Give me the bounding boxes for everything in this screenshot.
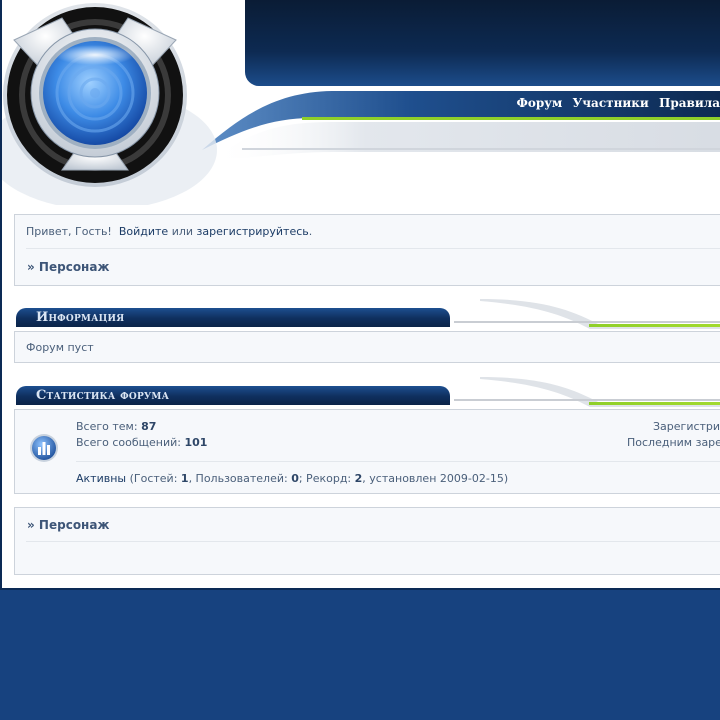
- period-text: .: [308, 225, 313, 238]
- record-date: , установлен 2009-02-15): [362, 472, 509, 485]
- stat-posts: Всего сообщений: 101: [76, 436, 207, 449]
- online-stats: Активны (Гостей: 1, Пользователей: 0; Ре…: [76, 472, 508, 485]
- nav-item-rules[interactable]: Правила: [659, 96, 720, 110]
- users-label: , Пользователей:: [188, 472, 288, 485]
- nav-item-members[interactable]: Участники: [573, 96, 649, 110]
- bar-chart-icon: [30, 434, 58, 462]
- nav-item-forum[interactable]: Форум: [516, 96, 562, 110]
- info-title: Информация: [36, 310, 125, 325]
- posts-value: 101: [184, 436, 208, 449]
- divider: [26, 248, 720, 249]
- eye-lens-logo[interactable]: [2, 0, 232, 205]
- category-accent-line: [589, 402, 720, 405]
- divider: [26, 541, 720, 542]
- stat-last-user: Последним заре: [627, 436, 720, 449]
- topics-label: Всего тем:: [76, 420, 138, 433]
- stats-panel: Всего тем: 87 Всего сообщений: 101 Зарег…: [14, 409, 720, 494]
- register-link[interactable]: зарегистрируйтесь: [197, 225, 309, 238]
- posts-label: Всего сообщений:: [76, 436, 181, 449]
- divider: [76, 461, 720, 462]
- login-link[interactable]: Войдите: [119, 225, 168, 238]
- breadcrumb[interactable]: » Персонаж: [27, 260, 109, 274]
- guests-label: (Гостей:: [129, 472, 178, 485]
- category-accent-line: [589, 324, 720, 327]
- stat-registered: Зарегистрир: [653, 420, 720, 433]
- online-link[interactable]: Активны: [76, 472, 126, 485]
- topics-value: 87: [141, 420, 157, 433]
- greeting-text: Привет, Гость!: [26, 225, 112, 238]
- category-line: [454, 321, 720, 323]
- stat-topics: Всего тем: 87: [76, 420, 156, 433]
- category-line: [454, 399, 720, 401]
- info-category-header: Информация: [14, 299, 720, 331]
- breadcrumb[interactable]: » Персонаж: [27, 518, 109, 532]
- footer-breadcrumb-panel: » Персонаж: [14, 507, 720, 575]
- guests-value: 1: [180, 472, 189, 485]
- header: Форум Участники Правила: [2, 0, 720, 205]
- info-panel: Форум пуст: [14, 331, 720, 363]
- page: Форум Участники Правила Привет, Гость! В…: [0, 0, 720, 590]
- welcome-panel: Привет, Гость! Войдите или зарегистрируй…: [14, 214, 720, 286]
- greeting-line: Привет, Гость! Войдите или зарегистрируй…: [26, 225, 312, 238]
- record-label: ; Рекорд:: [298, 472, 352, 485]
- users-value: 0: [291, 472, 299, 485]
- stats-category-header: Статистика форума: [14, 377, 720, 409]
- stats-title: Статистика форума: [36, 388, 170, 403]
- or-text: или: [171, 225, 194, 238]
- top-navigation: Форум Участники Правила: [510, 96, 720, 110]
- info-text: Форум пуст: [26, 341, 94, 354]
